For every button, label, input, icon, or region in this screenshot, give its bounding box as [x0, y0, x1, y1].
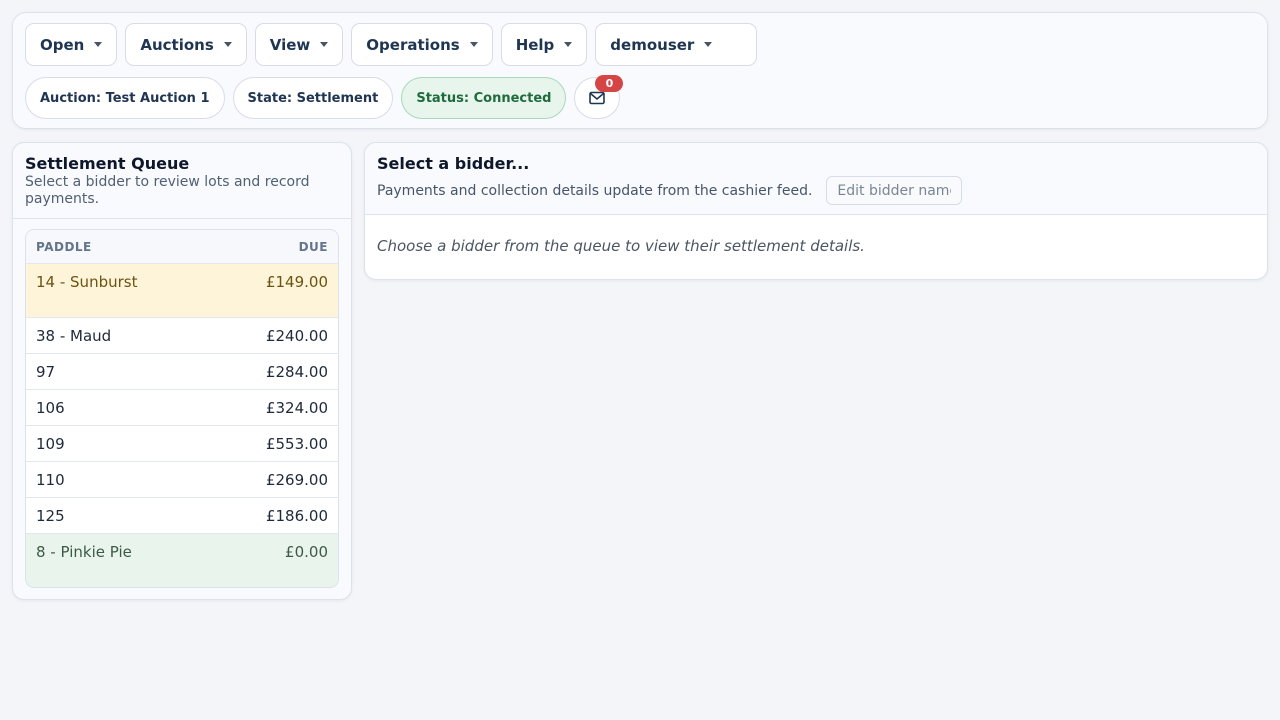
queue-header: Settlement Queue Select a bidder to revi… [13, 143, 351, 219]
row-paddle: 14 - Sunburst [36, 273, 138, 291]
queue-table-header: PADDLE DUE [26, 230, 338, 263]
caret-down-icon [704, 42, 713, 47]
user-menu-label: demouser [610, 35, 695, 54]
menu-auctions-label: Auctions [140, 35, 214, 54]
row-paddle: 97 [36, 363, 56, 381]
detail-subtitle: Payments and collection details update f… [377, 182, 813, 199]
menu-open[interactable]: Open [25, 23, 118, 66]
menu-operations[interactable]: Operations [351, 23, 493, 66]
menu-help[interactable]: Help [500, 23, 588, 66]
row-due: £240.00 [265, 327, 328, 345]
table-row[interactable]: 38 - Maud £240.00 [26, 317, 338, 353]
settlement-queue-panel: Settlement Queue Select a bidder to revi… [12, 142, 352, 600]
detail-title: Select a bidder... [377, 154, 530, 173]
menu-open-label: Open [40, 35, 85, 54]
detail-header: Select a bidder... Payments and collecti… [365, 143, 1267, 215]
menu-bar: Open Auctions View Operations Help demou… [25, 23, 758, 66]
connection-status-chip: Status: Connected [401, 77, 567, 119]
table-row[interactable]: 125 £186.00 [26, 497, 338, 533]
empty-state-message: Choose a bidder from the queue to view t… [377, 237, 865, 255]
user-menu[interactable]: demouser [595, 23, 758, 66]
menu-operations-label: Operations [366, 35, 460, 54]
row-due: £284.00 [265, 363, 328, 381]
row-paddle: 125 [36, 507, 65, 525]
detail-subheader: Payments and collection details update f… [377, 176, 1255, 205]
state-chip: State: Settlement [232, 77, 394, 119]
mail-icon [589, 91, 606, 105]
caret-down-icon [223, 42, 232, 47]
row-paddle: 8 - Pinkie Pie [36, 543, 132, 561]
row-due: £269.00 [265, 471, 328, 489]
row-due: £0.00 [285, 543, 328, 561]
table-row[interactable]: 8 - Pinkie Pie £0.00 [26, 533, 338, 587]
row-due: £324.00 [265, 399, 328, 417]
row-due: £149.00 [265, 273, 328, 291]
caret-down-icon [564, 42, 573, 47]
menu-view-label: View [269, 35, 311, 54]
queue-table: PADDLE DUE 14 - Sunburst £149.00 38 - Ma… [25, 229, 339, 588]
menu-view[interactable]: View [254, 23, 344, 66]
table-row[interactable]: 106 £324.00 [26, 389, 338, 425]
auction-chip: Auction: Test Auction 1 [25, 77, 225, 119]
caret-down-icon [469, 42, 478, 47]
row-paddle: 110 [36, 471, 65, 489]
row-due: £553.00 [265, 435, 328, 453]
top-toolbar: Open Auctions View Operations Help demou… [12, 12, 1268, 129]
column-due: DUE [298, 239, 328, 254]
edit-bidder-name-input[interactable] [826, 176, 963, 205]
message-count-badge: 0 [595, 75, 624, 92]
menu-help-label: Help [515, 35, 555, 54]
messages-button[interactable]: 0 [574, 75, 624, 119]
row-paddle: 109 [36, 435, 65, 453]
bidder-detail-panel: Select a bidder... Payments and collecti… [364, 142, 1268, 280]
queue-title: Settlement Queue [25, 154, 190, 173]
row-paddle: 106 [36, 399, 65, 417]
caret-down-icon [320, 42, 329, 47]
table-row[interactable]: 109 £553.00 [26, 425, 338, 461]
table-row[interactable]: 97 £284.00 [26, 353, 338, 389]
caret-down-icon [94, 42, 103, 47]
row-due: £186.00 [265, 507, 328, 525]
column-paddle: PADDLE [36, 239, 92, 254]
status-chips: Auction: Test Auction 1 State: Settlemen… [25, 75, 624, 119]
row-paddle: 38 - Maud [36, 327, 112, 345]
menu-auctions[interactable]: Auctions [125, 23, 247, 66]
table-row[interactable]: 14 - Sunburst £149.00 [26, 263, 338, 317]
table-row[interactable]: 110 £269.00 [26, 461, 338, 497]
queue-subtitle: Select a bidder to review lots and recor… [25, 174, 310, 207]
